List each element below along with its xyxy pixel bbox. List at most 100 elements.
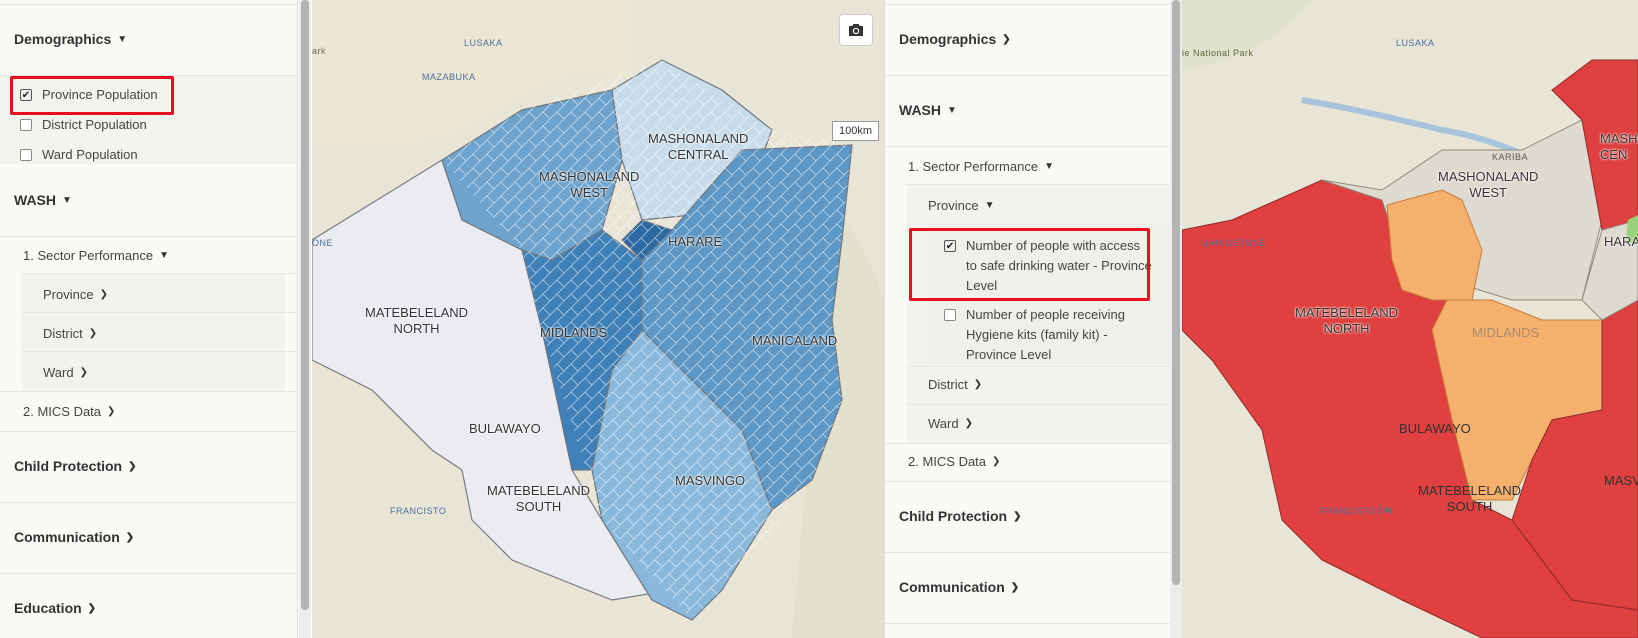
subcategory-sector-performance[interactable]: 1. Sector Performance ▼ — [908, 155, 1170, 177]
checkbox-unchecked[interactable] — [944, 309, 956, 321]
chevron-right-icon: ❯ — [125, 531, 135, 543]
subcategory-label: Ward — [43, 364, 74, 380]
chevron-right-icon: ❯ — [128, 460, 137, 472]
subcategory-label: District — [928, 376, 968, 392]
chevron-right-icon: ❯ — [87, 602, 97, 614]
chevron-down-icon: ▼ — [117, 33, 128, 45]
subcategory-ward[interactable]: Ward ❯ — [43, 361, 297, 383]
city-label: LIVINGSTONE — [1200, 238, 1266, 248]
region-label-midlands: MIDLANDS — [540, 325, 608, 340]
category-wash[interactable]: WASH ▼ — [0, 189, 297, 211]
subcategory-mics-data[interactable]: 2. MICS Data ❯ — [23, 400, 297, 422]
category-label: Demographics — [14, 31, 112, 47]
region-label-mashonaland-west: MASHONALAND WEST — [1438, 169, 1539, 200]
subcategory-label: Ward — [928, 415, 959, 431]
layer-checkbox-district-population[interactable]: District Population — [20, 115, 297, 135]
chevron-right-icon: ❯ — [1010, 581, 1020, 593]
subcategory-label: Province — [928, 197, 979, 213]
region-label-mashonaland-central: MASHO CEN — [1600, 131, 1638, 162]
category-wash[interactable]: WASH ▼ — [885, 99, 1170, 121]
subcategory-label: 2. MICS Data — [908, 453, 987, 469]
left-panel-scrollbar[interactable] — [299, 0, 311, 638]
chevron-right-icon: ❯ — [88, 327, 98, 339]
city-label: ark — [312, 46, 327, 56]
layer-label: District Population — [42, 117, 147, 132]
category-label: Education — [14, 600, 82, 616]
region-label-matebeleland-south: MATEBELELAND SOUTH — [487, 483, 591, 514]
subcategory-label: 1. Sector Performance — [908, 158, 1039, 174]
highlight-box — [10, 76, 174, 115]
chevron-down-icon: ▼ — [947, 104, 957, 116]
subcategory-district[interactable]: District ❯ — [43, 322, 297, 344]
city-label: LUSAKA — [464, 38, 503, 48]
region-label-mashonaland-central: MASHONALAND CENTRAL — [648, 131, 749, 162]
chevron-down-icon: ▼ — [984, 199, 995, 211]
layer-checkbox-ward-population[interactable]: Ward Population — [20, 145, 297, 165]
chevron-right-icon: ❯ — [79, 366, 88, 378]
subcategory-ward[interactable]: Ward ❯ — [928, 412, 1170, 434]
region-label-matebeleland-south: MATEBELELAND SOUTH — [1418, 483, 1522, 514]
chevron-right-icon: ❯ — [1013, 510, 1022, 522]
layer-label: Ward Population — [42, 147, 138, 162]
chevron-down-icon: ▼ — [62, 194, 72, 206]
subcategory-mics-data[interactable]: 2. MICS Data ❯ — [908, 450, 1170, 472]
city-label: ie National Park — [1182, 48, 1254, 58]
city-label: KARIBA — [1492, 152, 1529, 162]
category-communication[interactable]: Communication ❯ — [0, 526, 297, 548]
subcategory-label: 1. Sector Performance — [23, 247, 154, 263]
right-panel-scrollbar[interactable] — [1170, 0, 1182, 638]
subcategory-label: 2. MICS Data — [23, 403, 102, 419]
city-label: FRANCISTOWN — [1320, 506, 1393, 516]
city-label: ONE — [312, 238, 334, 248]
category-demographics[interactable]: Demographics ❯ — [885, 28, 1170, 50]
city-label: MAZABUKA — [422, 72, 476, 82]
category-demographics[interactable]: Demographics ▼ — [0, 28, 297, 50]
subcategory-province[interactable]: Province ❯ — [43, 283, 297, 305]
subcategory-label: District — [43, 325, 83, 341]
camera-icon — [849, 24, 863, 36]
left-layer-panel: Demographics ▼ ✔ Province Population Dis… — [0, 0, 298, 638]
left-map[interactable]: LUSAKA MAZABUKA ark ONE FRANCISTO MASHON… — [312, 0, 884, 638]
highlight-box — [909, 228, 1150, 301]
screenshot-button[interactable] — [839, 14, 873, 46]
category-communication[interactable]: Communication ❯ — [885, 576, 1170, 598]
region-label-harare: HARA — [1604, 234, 1638, 249]
category-label: WASH — [899, 102, 941, 118]
category-label: Communication — [899, 579, 1005, 595]
category-child-protection[interactable]: Child Protection ❯ — [0, 455, 297, 477]
region-label-bulawayo: BULAWAYO — [1399, 421, 1471, 436]
category-education[interactable]: Education ❯ — [0, 597, 297, 619]
subcategory-province[interactable]: Province ▼ — [928, 194, 1170, 216]
chevron-right-icon: ❯ — [992, 455, 1001, 467]
category-label: Communication — [14, 529, 120, 545]
chevron-right-icon: ❯ — [1002, 33, 1011, 45]
region-label-matebeleland-north: MATEBELELAND NORTH — [1295, 305, 1399, 336]
right-map[interactable]: LUSAKA ie National Park KARIBA LIVINGSTO… — [1182, 0, 1638, 638]
subcategory-sector-performance[interactable]: 1. Sector Performance ▼ — [23, 244, 297, 266]
map-scale: 100km — [832, 121, 880, 141]
city-label: FRANCISTO — [390, 506, 447, 516]
checkbox-unchecked[interactable] — [20, 149, 32, 161]
city-label: LUSAKA — [1396, 38, 1435, 48]
category-child-protection[interactable]: Child Protection ❯ — [885, 505, 1170, 527]
region-label-manicaland: MANICALAND — [752, 333, 838, 348]
chevron-down-icon: ▼ — [159, 249, 169, 261]
map-canvas — [1182, 0, 1638, 638]
region-label-harare: HARARE — [668, 234, 723, 249]
region-label-bulawayo: BULAWAYO — [469, 421, 541, 436]
checkbox-unchecked[interactable] — [20, 119, 32, 131]
right-layer-panel: Demographics ❯ WASH ▼ 1. Sector Performa… — [884, 0, 1170, 638]
chevron-right-icon: ❯ — [99, 288, 108, 300]
region-label-midlands: MIDLANDS — [1472, 325, 1540, 340]
category-label: Demographics — [899, 31, 997, 47]
chevron-right-icon: ❯ — [964, 417, 973, 429]
indicator-checkbox-hygiene-kits[interactable]: Number of people receiving Hygiene kits … — [944, 305, 1154, 365]
subcategory-label: Province — [43, 286, 94, 302]
indicator-label: Number of people receiving Hygiene kits … — [966, 307, 1125, 362]
subcategory-district[interactable]: District ❯ — [928, 373, 1170, 395]
region-label-matebeleland-north: MATEBELELAND NORTH — [365, 305, 469, 336]
category-label: Child Protection — [899, 508, 1008, 524]
region-label-masvingo: MASV — [1604, 473, 1638, 488]
chevron-down-icon: ▼ — [1044, 160, 1054, 172]
chevron-right-icon: ❯ — [107, 405, 116, 417]
